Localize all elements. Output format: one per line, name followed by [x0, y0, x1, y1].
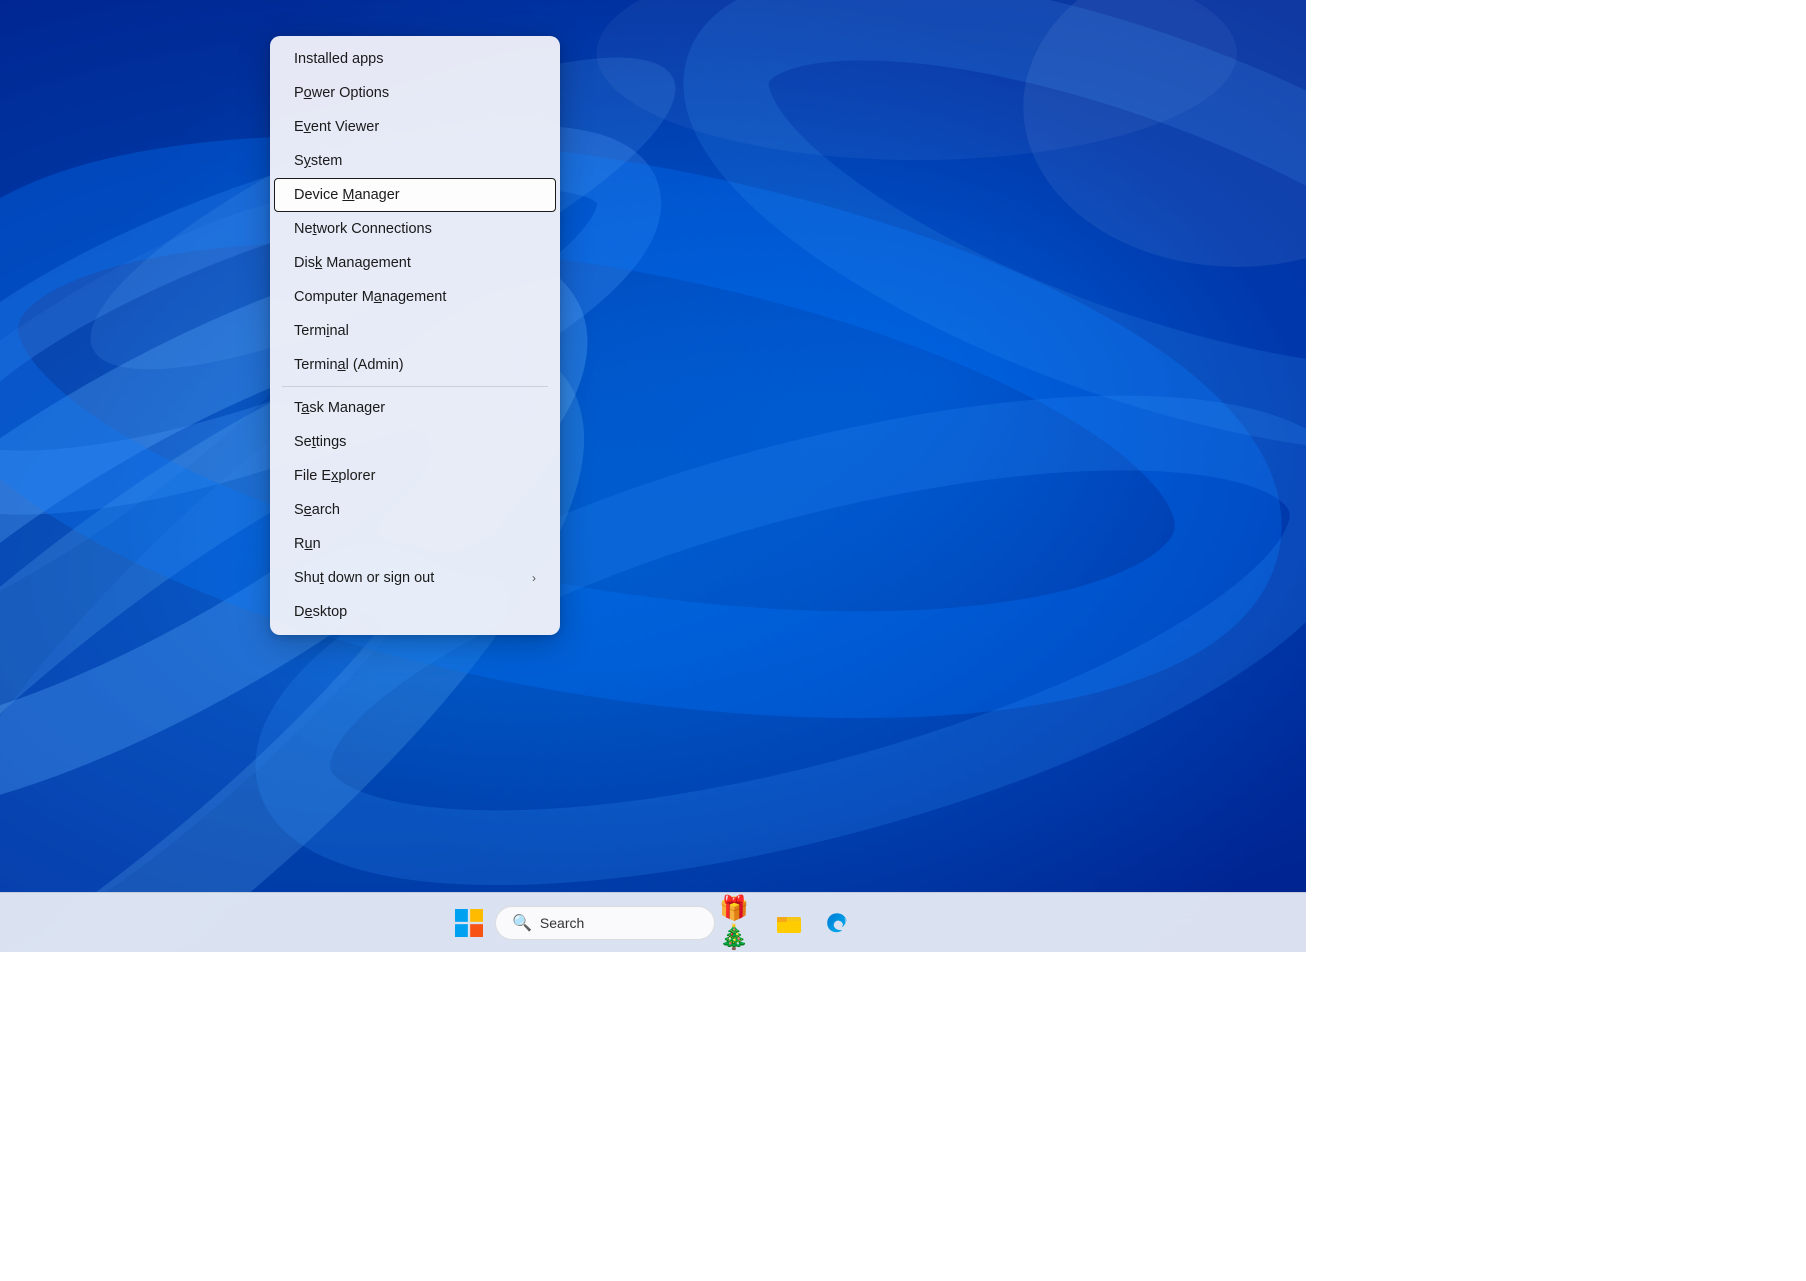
menu-separator	[282, 386, 548, 387]
menu-item-label-power-options: Power Options	[294, 85, 389, 101]
menu-item-label-settings: Settings	[294, 434, 346, 450]
taskbar: 🔍 Search 🎁🎄	[0, 892, 1306, 952]
desktop: Installed apps Power Options Event Viewer S…	[0, 0, 1306, 952]
menu-item-label-run: Run	[294, 536, 321, 552]
menu-item-system[interactable]: System	[274, 144, 556, 178]
menu-item-label-computer-management: Computer Management	[294, 289, 446, 305]
menu-item-task-manager[interactable]: Task Manager	[274, 391, 556, 425]
menu-item-label-desktop: Desktop	[294, 604, 347, 620]
menu-item-label-task-manager: Task Manager	[294, 400, 385, 416]
taskbar-gift-icon[interactable]: 🎁🎄	[719, 901, 763, 945]
menu-item-computer-management[interactable]: Computer Management	[274, 280, 556, 314]
menu-item-terminal[interactable]: Terminal	[274, 314, 556, 348]
taskbar-items: 🔍 Search 🎁🎄	[447, 901, 859, 945]
taskbar-search-icon: 🔍	[512, 913, 532, 933]
menu-item-label-disk-management: Disk Management	[294, 255, 411, 271]
menu-item-run[interactable]: Run	[274, 527, 556, 561]
menu-item-label-network-connections: Network Connections	[294, 221, 432, 237]
menu-item-desktop[interactable]: Desktop	[274, 595, 556, 629]
menu-item-device-manager[interactable]: Device Manager	[274, 178, 556, 212]
menu-item-search[interactable]: Search	[274, 493, 556, 527]
menu-item-event-viewer[interactable]: Event Viewer	[274, 110, 556, 144]
menu-item-power-options[interactable]: Power Options	[274, 76, 556, 110]
menu-item-installed-apps[interactable]: Installed apps	[274, 42, 556, 76]
desktop-background	[0, 0, 1306, 952]
menu-item-terminal-admin[interactable]: Terminal (Admin)	[274, 348, 556, 382]
menu-item-arrow-shut-down: ›	[532, 571, 536, 585]
menu-item-network-connections[interactable]: Network Connections	[274, 212, 556, 246]
menu-item-file-explorer[interactable]: File Explorer	[274, 459, 556, 493]
taskbar-search-bar[interactable]: 🔍 Search	[495, 906, 715, 940]
menu-item-label-terminal-admin: Terminal (Admin)	[294, 357, 404, 373]
taskbar-file-explorer-icon[interactable]	[767, 901, 811, 945]
menu-item-label-system: System	[294, 153, 342, 169]
menu-item-label-terminal: Terminal	[294, 323, 349, 339]
menu-item-label-file-explorer: File Explorer	[294, 468, 375, 484]
menu-item-label-event-viewer: Event Viewer	[294, 119, 379, 135]
menu-item-disk-management[interactable]: Disk Management	[274, 246, 556, 280]
taskbar-search-label: Search	[540, 915, 584, 931]
taskbar-edge-icon[interactable]	[815, 901, 859, 945]
menu-item-settings[interactable]: Settings	[274, 425, 556, 459]
menu-item-label-shut-down: Shut down or sign out	[294, 570, 434, 586]
context-menu: Installed apps Power Options Event Viewer S…	[270, 36, 560, 635]
menu-item-label-search: Search	[294, 502, 340, 518]
menu-item-label-device-manager: Device Manager	[294, 187, 400, 203]
windows-start-button[interactable]	[447, 901, 491, 945]
menu-item-shut-down[interactable]: Shut down or sign out ›	[274, 561, 556, 595]
menu-item-label-installed-apps: Installed apps	[294, 51, 383, 67]
